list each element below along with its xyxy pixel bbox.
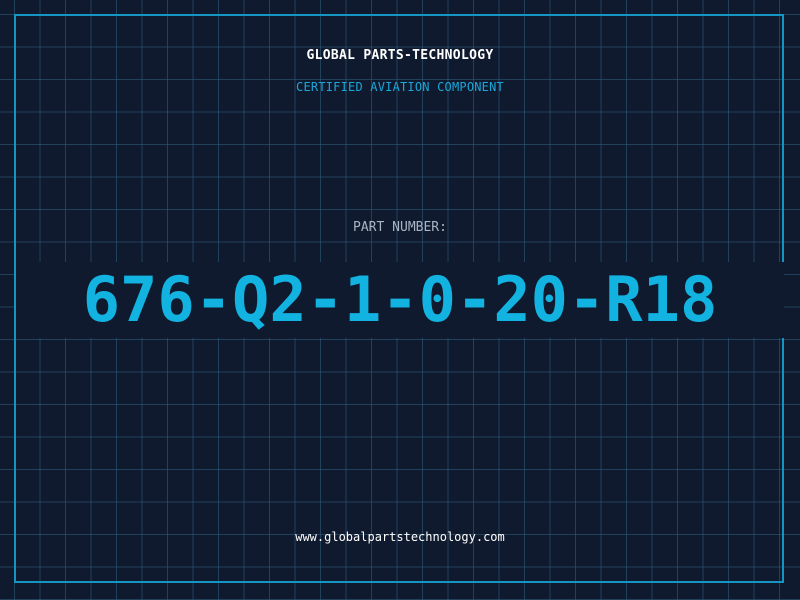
part-number-label: PART NUMBER: <box>353 220 447 235</box>
part-number-value: 676-Q2-1-0-20-R18 <box>82 263 718 336</box>
certification-tagline: CERTIFIED AVIATION COMPONENT <box>296 80 504 94</box>
website-url: www.globalpartstechnology.com <box>295 530 505 544</box>
company-name: GLOBAL PARTS-TECHNOLOGY <box>306 48 494 63</box>
